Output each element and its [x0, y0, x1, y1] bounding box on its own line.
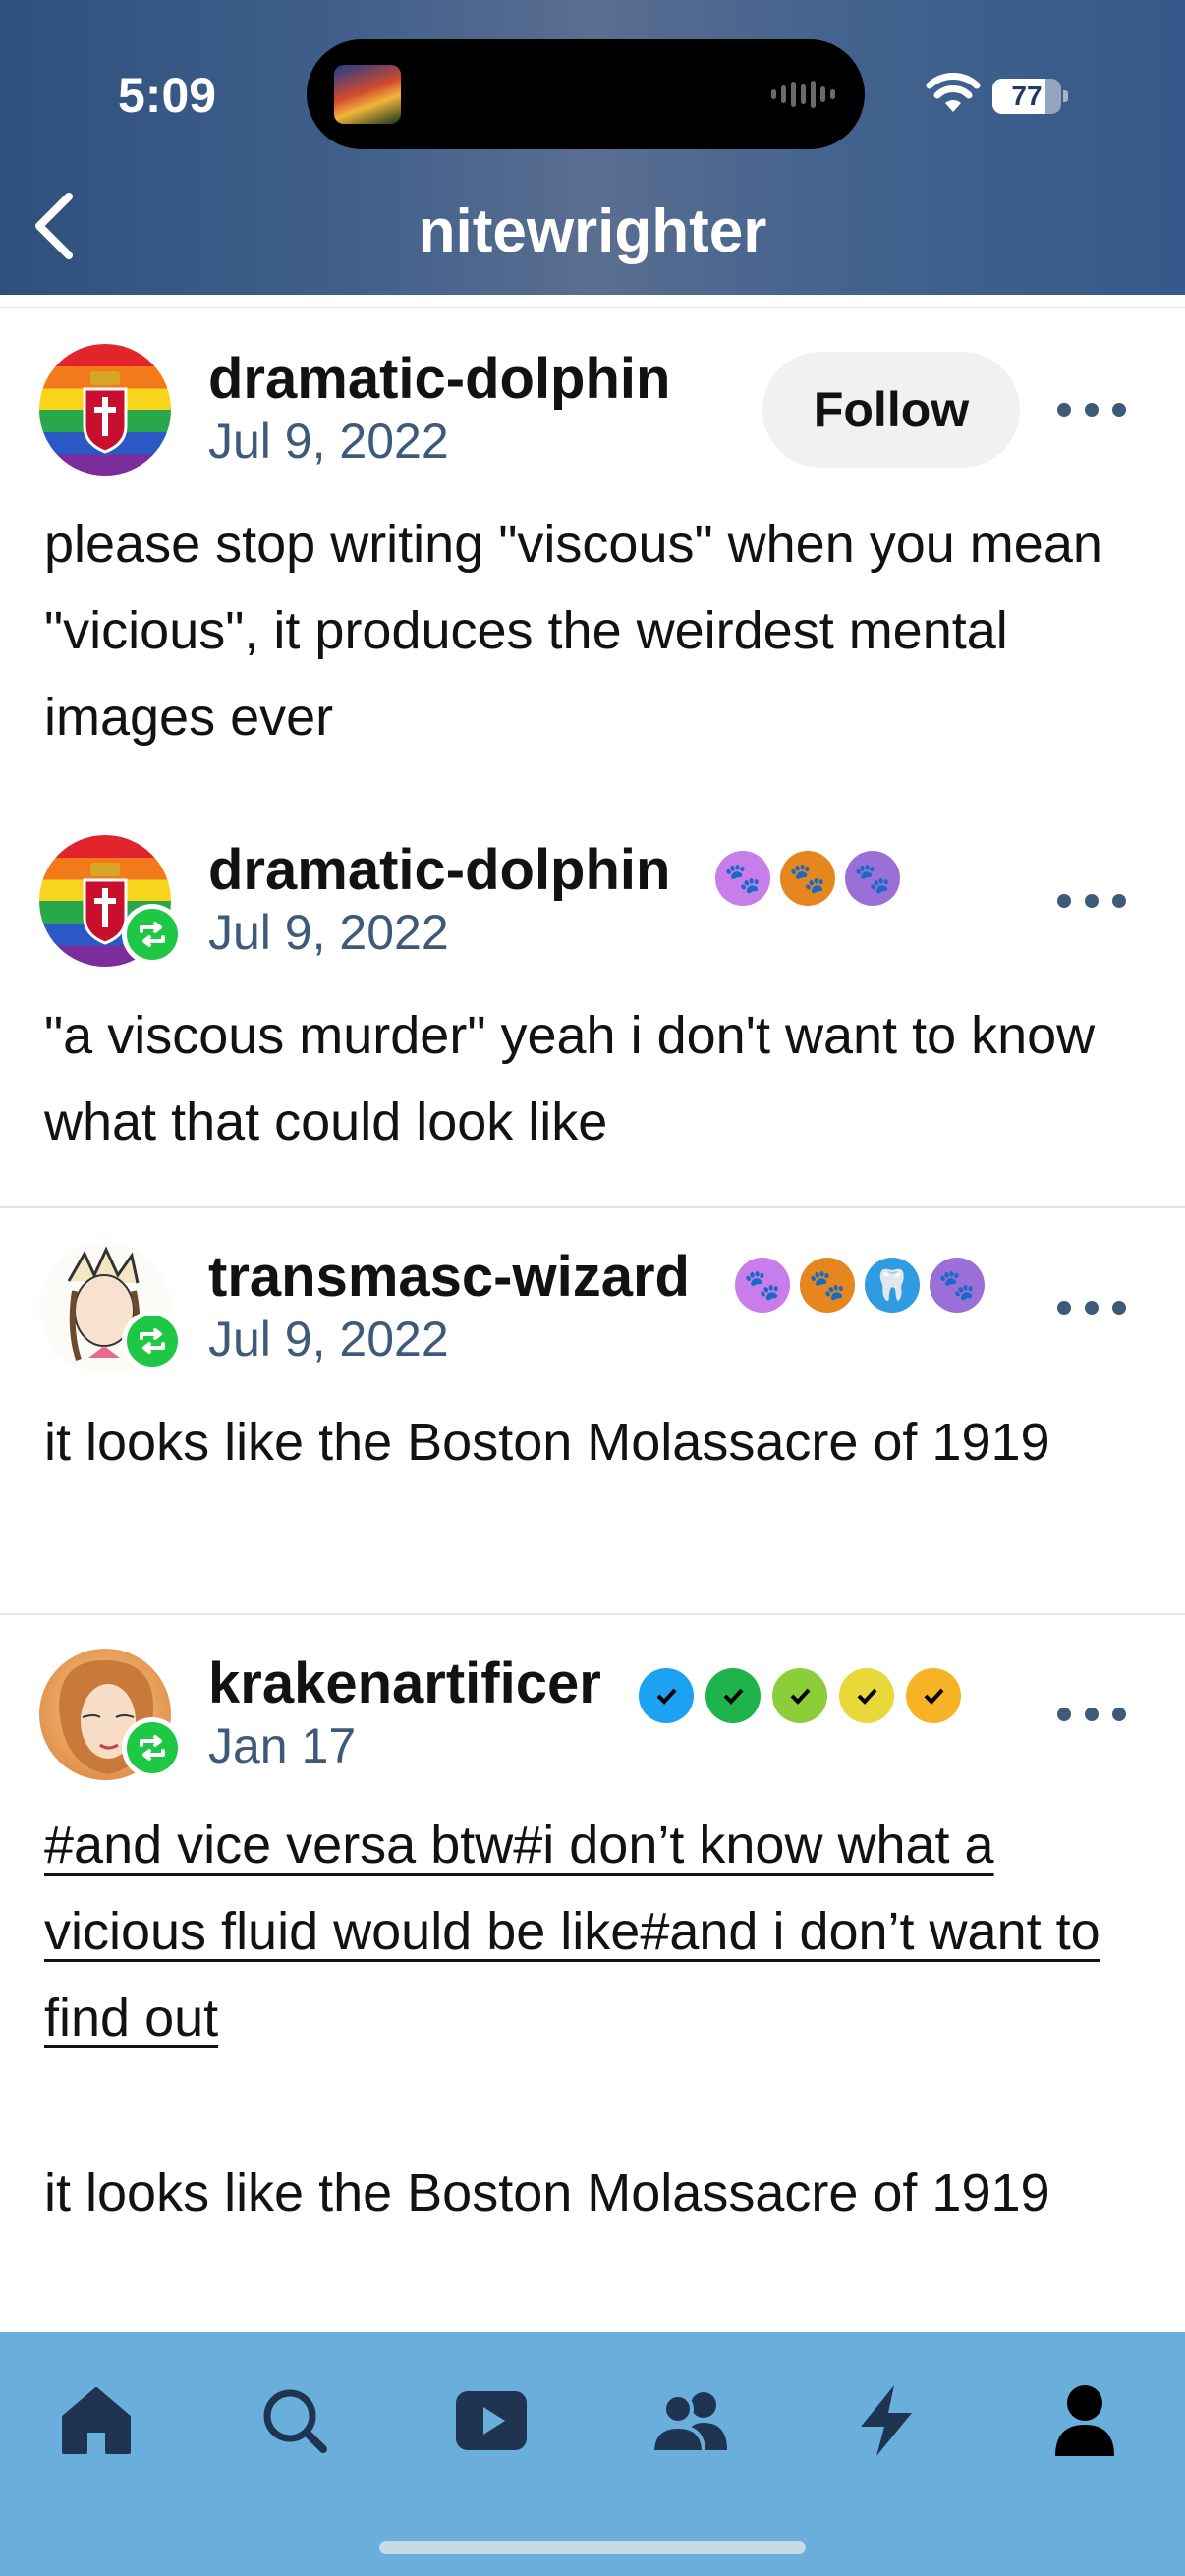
post-username[interactable]: krakenartificer — [208, 1651, 601, 1716]
follow-button[interactable]: Follow — [762, 352, 1020, 468]
post-body-text: "a viscous murder" yeah i don't want to … — [44, 1006, 1096, 1151]
tab-account[interactable] — [1036, 2372, 1134, 2470]
pink-paw-badge[interactable]: 🐾 — [735, 1258, 790, 1313]
more-options-icon[interactable] — [1057, 1700, 1126, 1729]
post-username[interactable]: dramatic-dolphin — [208, 837, 670, 903]
blue-check-badge[interactable] — [639, 1668, 694, 1723]
page-title: nitewrighter — [418, 197, 767, 265]
orange-paw-badge[interactable]: 🐾 — [780, 851, 835, 906]
dynamic-island[interactable] — [307, 39, 865, 149]
post-date: Jan 17 — [208, 1718, 357, 1773]
badge-row[interactable]: 🐾 🐾 🦷 🐾 — [735, 1258, 985, 1313]
post-date: Jul 9, 2022 — [208, 1312, 449, 1367]
post-body-text: it looks like the Boston Molassacre of 1… — [44, 1413, 1050, 1472]
home-icon — [62, 2387, 131, 2454]
video-icon — [456, 2391, 527, 2450]
black-paw-badge[interactable]: 🐾 — [930, 1258, 985, 1313]
reblog-badge-icon — [122, 904, 183, 965]
album-art-icon — [334, 65, 401, 124]
reblog-badge-icon — [122, 1311, 183, 1372]
orange-paw-badge[interactable]: 🐾 — [800, 1258, 855, 1313]
yellow-check-badge[interactable] — [839, 1668, 894, 1723]
badge-row[interactable]: 🐾 🐾 🐾 — [715, 851, 900, 906]
divider — [0, 1613, 1185, 1615]
post-date: Jul 9, 2022 — [208, 414, 449, 469]
tab-search[interactable] — [246, 2372, 344, 2470]
green-check-badge[interactable] — [705, 1668, 761, 1723]
audio-waveform-icon — [771, 81, 835, 108]
tab-home[interactable] — [47, 2372, 145, 2470]
tab-community[interactable] — [641, 2372, 739, 2470]
post-header: dramatic-dolphin Jul 9, 2022 Follow — [0, 342, 1185, 489]
more-options-icon[interactable] — [1057, 886, 1126, 916]
coat-of-arms-icon — [83, 371, 128, 454]
battery-level: 77 — [1011, 81, 1043, 111]
more-options-icon[interactable] — [1057, 1293, 1126, 1322]
pink-paw-badge[interactable]: 🐾 — [715, 851, 770, 906]
badge-row[interactable] — [639, 1668, 961, 1723]
divider — [0, 307, 1185, 308]
wifi-icon — [926, 73, 981, 112]
reblog-badge-icon — [122, 1717, 183, 1778]
post-body-text: it looks like the Boston Molassacre of 1… — [44, 2163, 1050, 2222]
post-username[interactable]: transmasc-wizard — [208, 1244, 690, 1310]
divider — [0, 1206, 1185, 1208]
post-header: dramatic-dolphin Jul 9, 2022 🐾 🐾 🐾 — [0, 833, 1185, 980]
tab-bar — [0, 2332, 1185, 2576]
post-header: krakenartificer Jan 17 — [0, 1647, 1185, 1794]
account-icon — [1055, 2385, 1114, 2456]
community-icon — [650, 2392, 727, 2452]
post-header: transmasc-wizard Jul 9, 2022 🐾 🐾 🦷 🐾 — [0, 1240, 1185, 1387]
post-username[interactable]: dramatic-dolphin — [208, 346, 670, 412]
tab-activity[interactable] — [837, 2372, 935, 2470]
battery-icon: 77 — [992, 79, 1068, 114]
activity-icon — [861, 2385, 912, 2456]
post-tags[interactable]: #and vice versa btw#i don’t know what a … — [44, 1802, 1150, 2061]
more-options-icon[interactable] — [1057, 395, 1126, 424]
app-header: 5:09 77 nitewrighter — [0, 0, 1185, 295]
lime-check-badge[interactable] — [772, 1668, 827, 1723]
post-body-text: please stop writing "viscous" when you m… — [44, 515, 1102, 747]
avatar[interactable] — [39, 344, 171, 476]
search-icon — [263, 2389, 327, 2453]
tab-video[interactable] — [442, 2372, 540, 2470]
status-time: 5:09 — [118, 68, 217, 123]
orange-check-badge[interactable] — [906, 1668, 961, 1723]
black-paw-badge[interactable]: 🐾 — [845, 851, 900, 906]
blue-teeth-badge[interactable]: 🦷 — [865, 1258, 920, 1313]
home-indicator[interactable] — [379, 2541, 806, 2554]
post-date: Jul 9, 2022 — [208, 905, 449, 960]
